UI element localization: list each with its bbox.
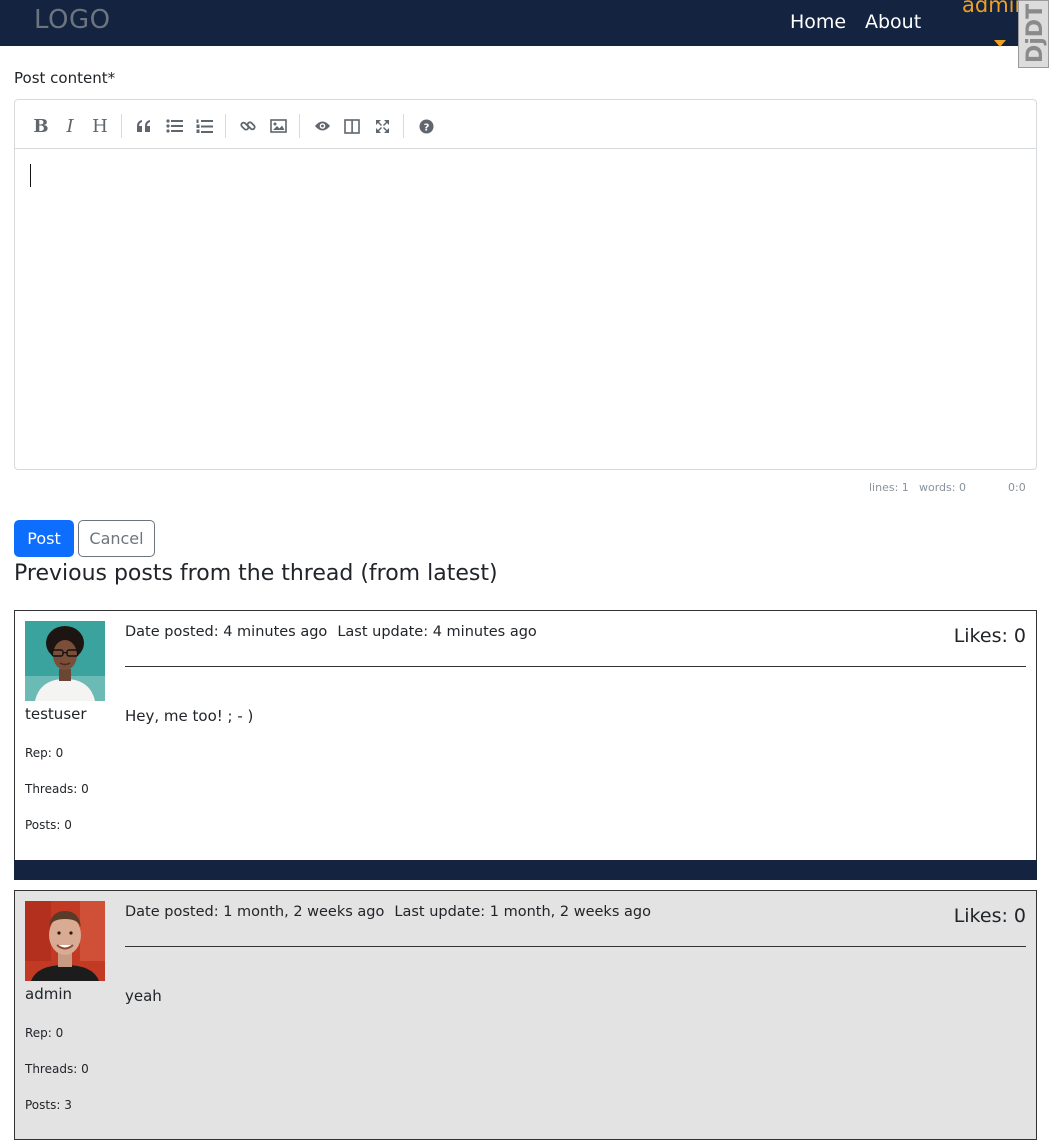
section-title: Previous posts from the thread (from lat…: [14, 561, 498, 586]
post-card: admin Rep: 0 Threads: 0 Posts: 3 Date po…: [14, 890, 1037, 1140]
post-content-textarea[interactable]: [15, 150, 1036, 469]
toolbar-separator: [403, 114, 404, 138]
user-threads: Threads: 0: [25, 782, 89, 796]
post-content: yeah: [125, 987, 162, 1005]
toolbar-separator: [121, 114, 122, 138]
post-divider: [125, 946, 1026, 947]
likes-count[interactable]: Likes: 0: [954, 905, 1026, 927]
avatar[interactable]: [25, 621, 105, 701]
nav-link-about[interactable]: About: [865, 11, 921, 33]
logo[interactable]: LOGO: [34, 5, 111, 35]
italic-icon[interactable]: I: [58, 114, 82, 138]
nav-link-home[interactable]: Home: [790, 11, 846, 33]
last-update: Last update: 4 minutes ago: [337, 624, 537, 640]
post-meta: Date posted: 1 month, 2 weeks ago Last up…: [125, 904, 651, 920]
user-posts: Posts: 3: [25, 1098, 72, 1112]
quote-icon[interactable]: [132, 114, 156, 138]
side-by-side-icon[interactable]: [340, 114, 364, 138]
username[interactable]: testuser: [25, 705, 87, 723]
caret-down-icon[interactable]: [994, 40, 1006, 47]
heading-icon[interactable]: H: [88, 114, 112, 138]
image-icon[interactable]: [266, 114, 290, 138]
date-posted: Date posted: 1 month, 2 weeks ago: [125, 904, 385, 920]
editor-toolbar: B I H ?: [15, 100, 1036, 149]
toolbar-separator: [299, 114, 300, 138]
post-meta: Date posted: 4 minutes ago Last update: 4…: [125, 624, 537, 640]
username[interactable]: admin: [25, 985, 72, 1003]
user-threads: Threads: 0: [25, 1062, 89, 1076]
ordered-list-icon[interactable]: [192, 114, 216, 138]
help-icon[interactable]: ?: [414, 114, 438, 138]
cancel-button[interactable]: Cancel: [78, 520, 155, 557]
svg-text:?: ?: [423, 122, 429, 133]
navbar: LOGO Home About admin: [0, 0, 1049, 47]
user-rep: Rep: 0: [25, 1026, 64, 1040]
post-separator-band: [14, 860, 1037, 880]
post-content-label: Post content*: [14, 69, 116, 87]
likes-count[interactable]: Likes: 0: [954, 625, 1026, 647]
bold-icon[interactable]: B: [29, 114, 53, 138]
link-icon[interactable]: [236, 114, 260, 138]
user-posts: Posts: 0: [25, 818, 72, 832]
date-posted: Date posted: 4 minutes ago: [125, 624, 328, 640]
post-divider: [125, 666, 1026, 667]
status-cursor-position: 0:0: [1008, 481, 1026, 494]
avatar[interactable]: [25, 901, 105, 981]
unordered-list-icon[interactable]: [162, 114, 186, 138]
debug-toolbar-handle[interactable]: DjDT: [1018, 0, 1049, 68]
preview-icon[interactable]: [310, 114, 334, 138]
status-words: words: 0: [919, 481, 966, 494]
debug-toolbar-label: DjDT: [1023, 3, 1048, 63]
last-update: Last update: 1 month, 2 weeks ago: [394, 904, 651, 920]
toolbar-separator: [225, 114, 226, 138]
status-lines: lines: 1: [869, 481, 909, 494]
text-cursor: [30, 164, 31, 187]
post-card: testuser Rep: 0 Threads: 0 Posts: 0 Date…: [14, 610, 1037, 862]
post-button[interactable]: Post: [14, 520, 74, 557]
fullscreen-icon[interactable]: [370, 114, 394, 138]
post-content: Hey, me too! ; - ): [125, 707, 254, 725]
markdown-editor: B I H ?: [14, 99, 1037, 470]
user-rep: Rep: 0: [25, 746, 64, 760]
